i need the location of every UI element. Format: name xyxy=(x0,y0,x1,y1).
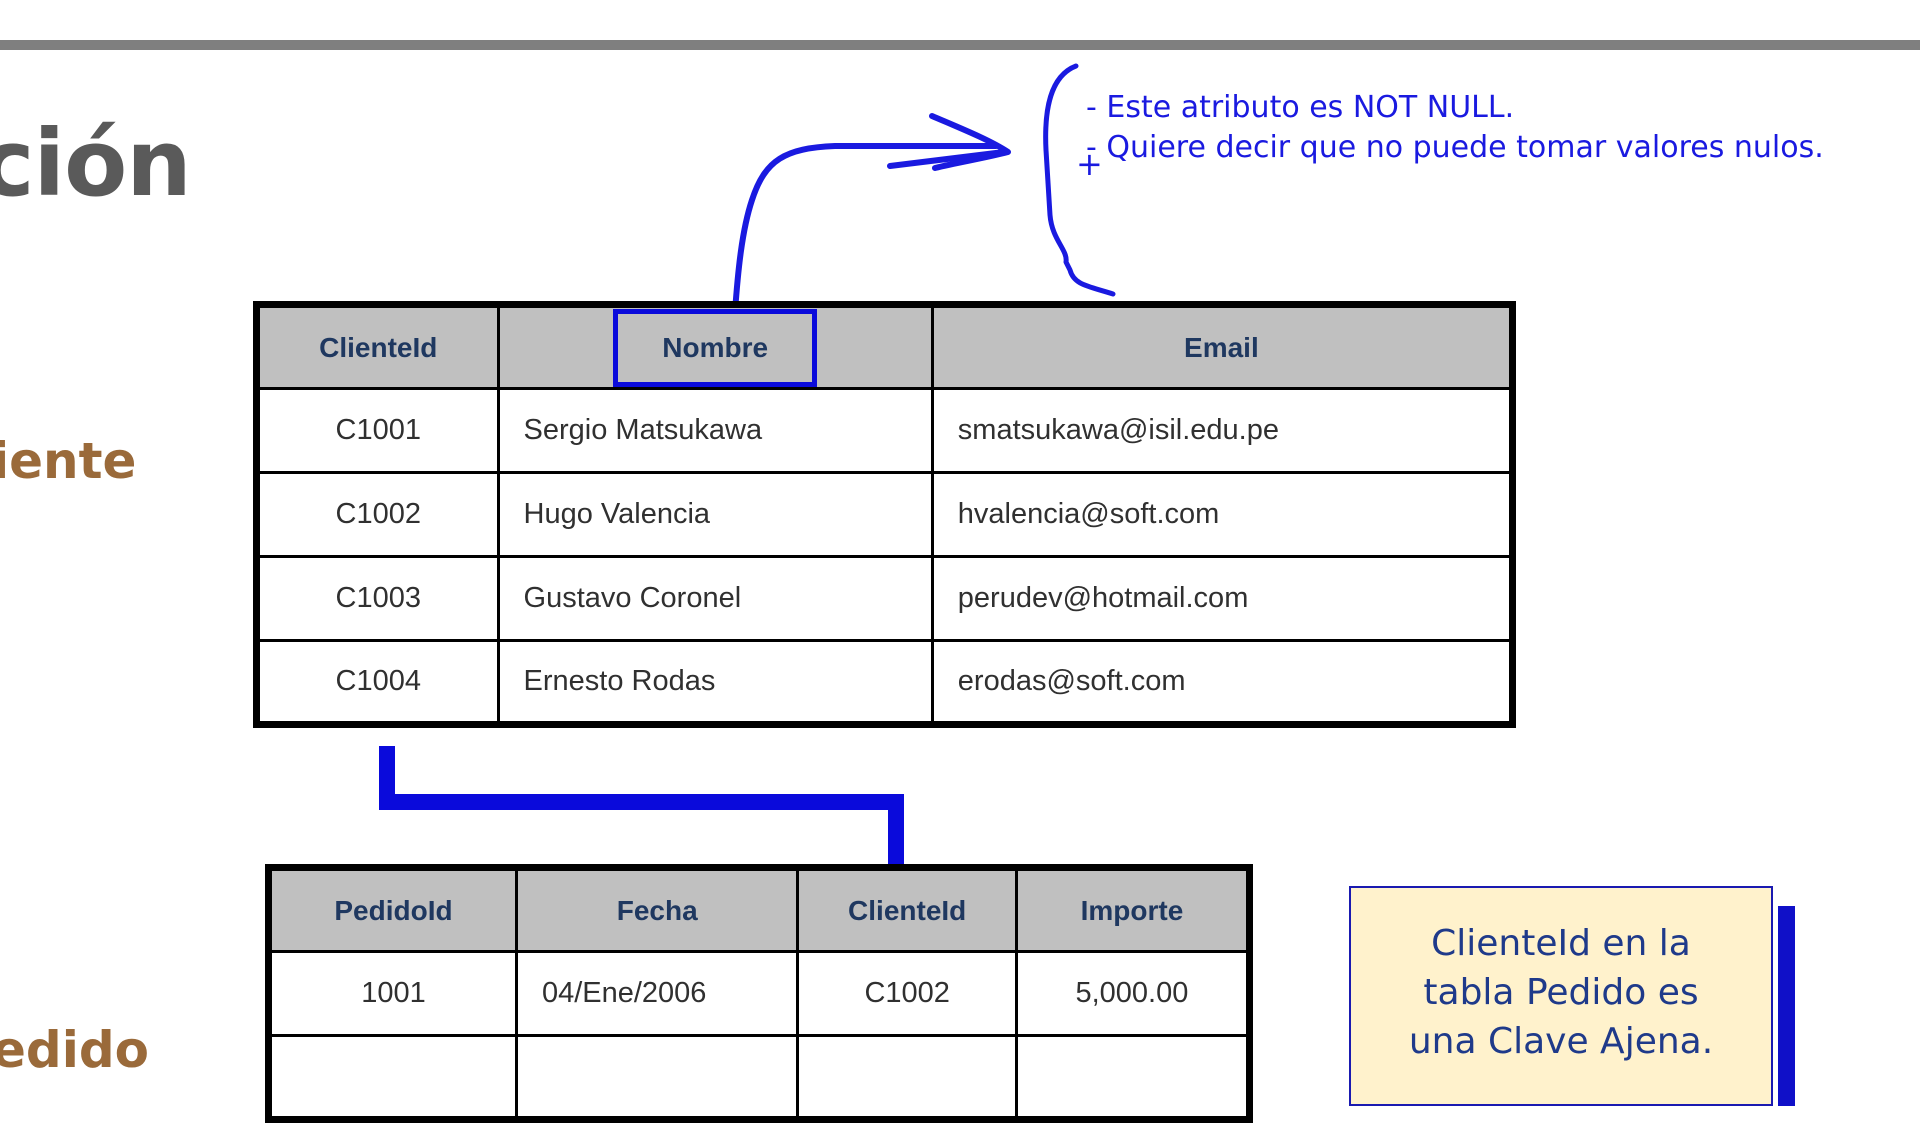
table-row: C1002 Hugo Valencia hvalencia@soft.com xyxy=(255,471,1515,558)
pedido-table: PedidoId Fecha ClienteId Importe 1001 04… xyxy=(265,864,1253,1123)
cell-email: smatsukawa@isil.edu.pe xyxy=(930,387,1515,474)
foreign-key-note: ClienteId en la tabla Pedido es una Clav… xyxy=(1349,886,1773,1106)
cliente-table: ClienteId Nombre Email C1001 Sergio Mats… xyxy=(253,301,1516,728)
cell-clienteid: C1001 xyxy=(255,387,500,474)
header-importe: Importe xyxy=(1014,866,1252,953)
table-header-row: PedidoId Fecha ClienteId Importe xyxy=(267,866,1252,953)
table-row: C1004 Ernesto Rodas erodas@soft.com xyxy=(255,639,1515,726)
note-line-3: una Clave Ajena. xyxy=(1408,1021,1714,1062)
annotation-arrow-shaft xyxy=(887,149,1007,169)
table-row: C1003 Gustavo Coronel perudev@hotmail.co… xyxy=(255,555,1515,642)
cell-clienteid: C1004 xyxy=(255,639,500,726)
nombre-highlight-box: Nombre xyxy=(613,308,818,387)
cell-fecha: 04/Ene/2006 xyxy=(514,950,800,1037)
cell-clienteid: C1002 xyxy=(796,950,1018,1037)
cell-email: perudev@hotmail.com xyxy=(930,555,1515,642)
table-row: C1001 Sergio Matsukawa smatsukawa@isil.e… xyxy=(255,387,1515,474)
header-fecha: Fecha xyxy=(514,866,800,953)
cell-nombre: Gustavo Coronel xyxy=(496,555,934,642)
header-nombre: Nombre xyxy=(496,303,934,390)
cell-clienteid: C1003 xyxy=(255,555,500,642)
cell-clienteid: C1002 xyxy=(255,471,500,558)
section-label-cliente: iente xyxy=(0,432,137,490)
cell-importe: 5,000.00 xyxy=(1014,950,1252,1037)
cell-importe xyxy=(1014,1034,1252,1121)
cell-fecha xyxy=(514,1034,800,1121)
header-pedidoid: PedidoId xyxy=(267,866,518,953)
table-header-row: ClienteId Nombre Email xyxy=(255,303,1515,390)
note-line-2: tabla Pedido es xyxy=(1423,972,1699,1013)
cell-pedidoid xyxy=(267,1034,518,1121)
section-label-pedido: edido xyxy=(0,1021,149,1079)
annotation-arrow xyxy=(732,143,999,315)
cell-pedidoid: 1001 xyxy=(267,950,518,1037)
cell-email: hvalencia@soft.com xyxy=(930,471,1515,558)
header-clienteid: ClienteId xyxy=(255,303,500,390)
header-email: Email xyxy=(930,303,1515,390)
top-divider xyxy=(0,40,1920,50)
annotation-line-no-nulls: - Quiere decir que no puede tomar valore… xyxy=(1086,130,1824,165)
foreign-key-connector xyxy=(379,746,904,866)
cell-nombre: Sergio Matsukawa xyxy=(496,387,934,474)
note-shadow xyxy=(1778,906,1795,1106)
cell-nombre: Hugo Valencia xyxy=(496,471,934,558)
cell-email: erodas@soft.com xyxy=(930,639,1515,726)
table-row: 1001 04/Ene/2006 C1002 5,000.00 xyxy=(267,950,1252,1037)
annotation-arrowhead xyxy=(929,113,1011,171)
cell-nombre: Ernesto Rodas xyxy=(496,639,934,726)
annotation-plus-mark: + xyxy=(1076,145,1103,183)
cell-clienteid xyxy=(796,1034,1018,1121)
note-line-1: ClienteId en la xyxy=(1431,923,1691,964)
annotation-line-not-null: - Este atributo es NOT NULL. xyxy=(1086,90,1515,125)
table-row xyxy=(267,1034,1252,1121)
header-clienteid: ClienteId xyxy=(796,866,1018,953)
slide-title: ción xyxy=(0,110,192,217)
